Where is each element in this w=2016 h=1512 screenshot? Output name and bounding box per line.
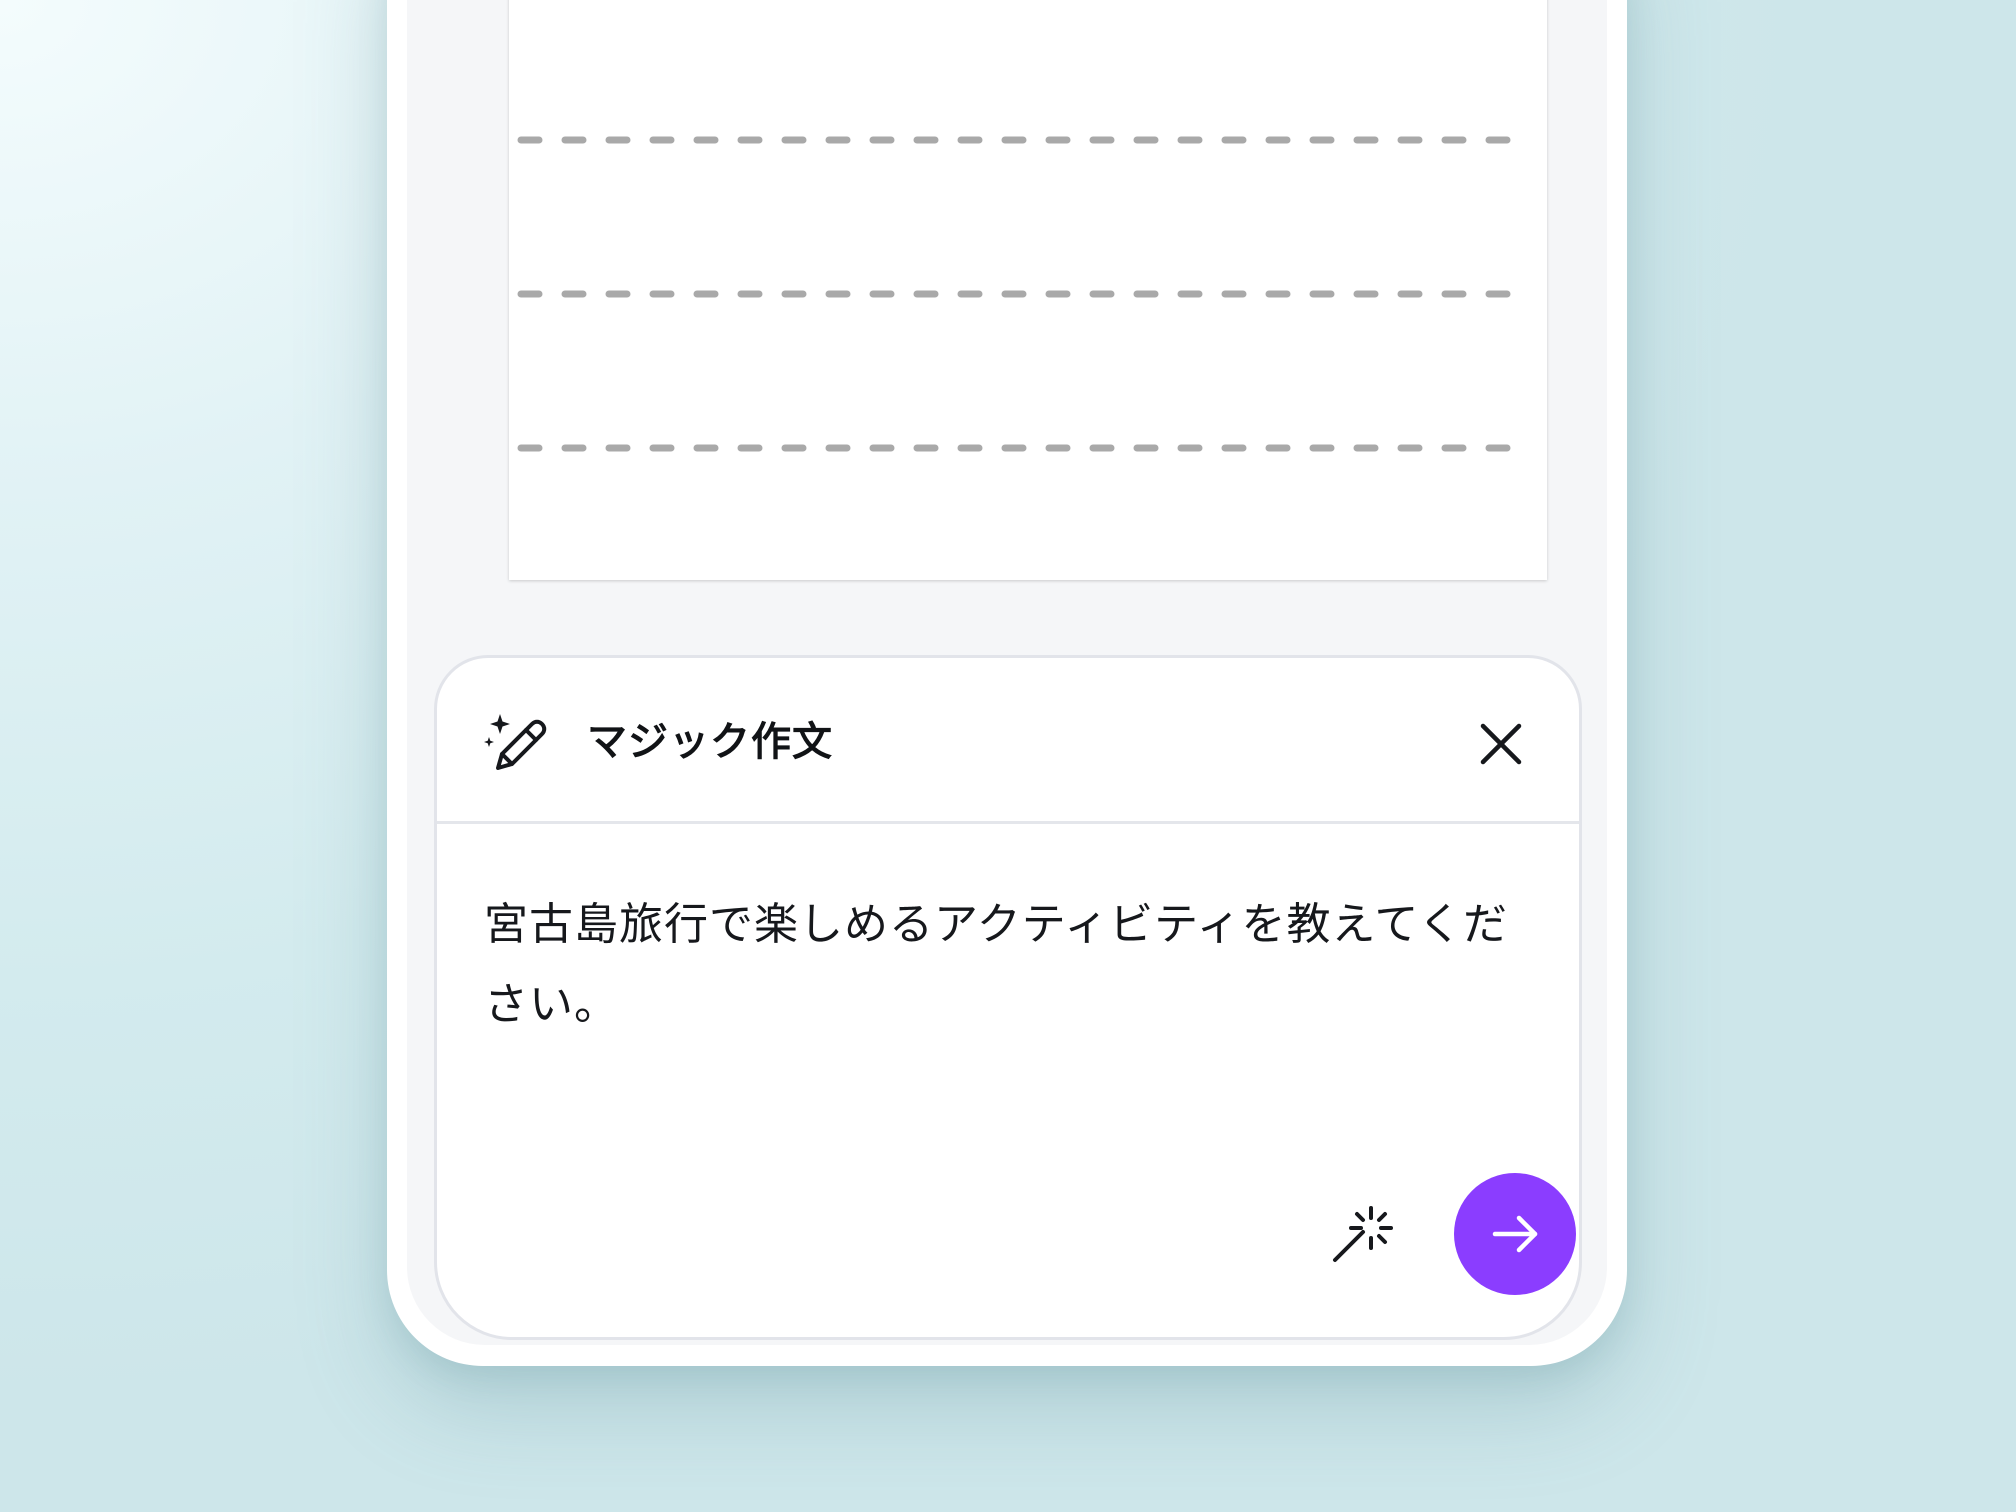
magic-pencil-icon — [484, 714, 547, 770]
panel-header: マジック作文 — [437, 658, 1579, 824]
arrow-right-icon — [1492, 1215, 1538, 1253]
panel-title: マジック作文 — [587, 719, 833, 765]
magic-write-panel: マジック作文 宮古島旅行で楽しめるアクティビティを教えてください。 — [434, 655, 1582, 1340]
phone-frame: マジック作文 宮古島旅行で楽しめるアクティビティを教えてください。 — [387, 0, 1627, 1366]
close-button[interactable] — [1475, 718, 1527, 770]
app-screen: マジック作文 宮古島旅行で楽しめるアクティビティを教えてください。 — [407, 0, 1607, 1345]
close-icon — [1480, 723, 1522, 765]
document-page[interactable] — [509, 0, 1547, 580]
magic-wand-button[interactable] — [1327, 1198, 1397, 1268]
magic-wand-icon — [1333, 1206, 1393, 1262]
prompt-input[interactable]: 宮古島旅行で楽しめるアクティビティを教えてください。 — [484, 885, 1524, 1045]
placeholder-text-lines — [517, 136, 1537, 452]
send-button[interactable] — [1454, 1173, 1576, 1295]
